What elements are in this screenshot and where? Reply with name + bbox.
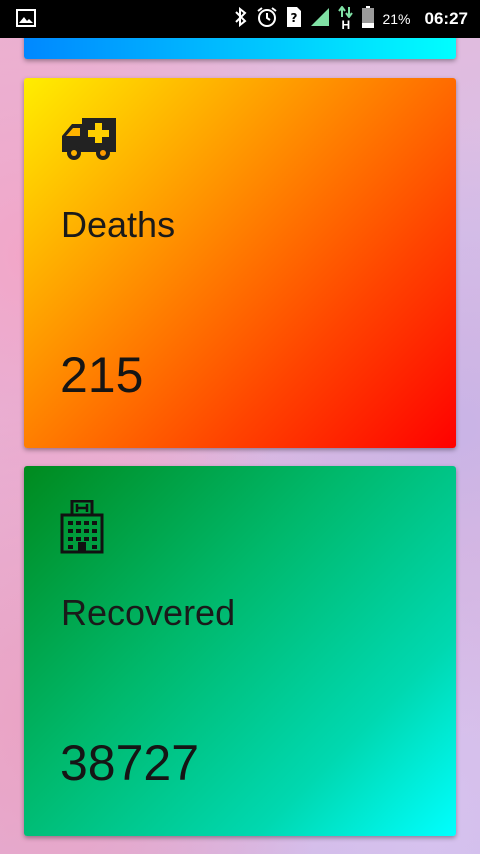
card-label-recovered: Recovered bbox=[61, 592, 236, 633]
battery-icon bbox=[362, 5, 375, 33]
stat-card-deaths[interactable]: Deaths 215 bbox=[24, 78, 456, 448]
sim-unknown-icon: ? bbox=[286, 6, 302, 33]
network-type-label: H bbox=[341, 18, 351, 32]
battery-percent: 21% bbox=[382, 11, 411, 27]
card-value-recovered: 38727 bbox=[60, 735, 200, 791]
card-value-deaths: 215 bbox=[60, 347, 144, 403]
stat-card-recovered[interactable]: Recovered 38727 bbox=[24, 466, 456, 836]
signal-icon bbox=[310, 7, 330, 32]
hospital-icon bbox=[60, 499, 104, 559]
ambulance-icon bbox=[60, 116, 118, 167]
gallery-icon bbox=[16, 9, 36, 32]
bluetooth-icon bbox=[234, 6, 248, 32]
alarm-icon bbox=[256, 6, 278, 33]
status-bar: ? H 21% 06:27 bbox=[0, 0, 480, 38]
card-label-deaths: Deaths bbox=[61, 204, 176, 245]
clock-time: 06:27 bbox=[424, 9, 468, 28]
data-arrows-icon: H bbox=[338, 6, 354, 32]
svg-text:?: ? bbox=[291, 11, 298, 25]
